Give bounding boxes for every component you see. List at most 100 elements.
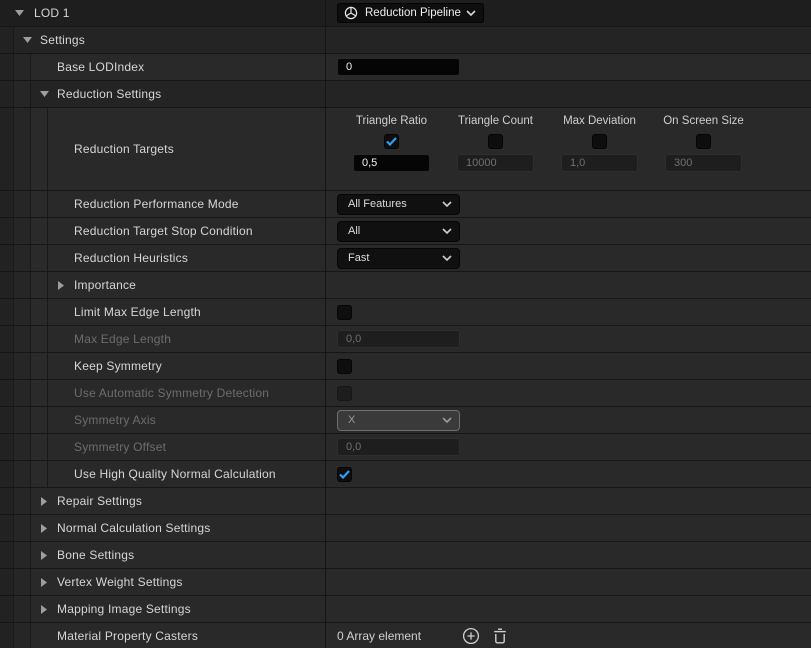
- target-column-max-deviation: Max Deviation 1,0: [561, 115, 638, 172]
- row-keep-symmetry: Keep Symmetry: [0, 353, 811, 380]
- plus-circle-icon: [462, 627, 480, 645]
- delete-array-elements-button[interactable]: [490, 626, 510, 646]
- indent-gutter: [0, 623, 14, 648]
- max-deviation-checkbox[interactable]: [592, 134, 607, 149]
- indent-gutter: [31, 326, 48, 352]
- normal-calculation-value-pane: [326, 515, 811, 541]
- mapping-image-value-pane: [326, 596, 811, 622]
- triangle-ratio-input[interactable]: 0,5: [353, 154, 430, 172]
- symmetry-axis-value-pane: X: [326, 407, 811, 433]
- indent-gutter: [14, 218, 31, 244]
- indent-gutter: [14, 407, 31, 433]
- hq-normal-checkbox[interactable]: [337, 467, 352, 482]
- mapping-image-label: Mapping Image Settings: [57, 602, 191, 616]
- expand-arrow-icon[interactable]: [38, 91, 50, 97]
- row-reduction-settings: Reduction Settings: [0, 81, 811, 108]
- repair-settings-value-pane: [326, 488, 811, 514]
- base-lod-index-value-pane: 0: [326, 54, 811, 80]
- indent-gutter: [31, 218, 48, 244]
- reduction-pipeline-dropdown[interactable]: Reduction Pipeline: [337, 3, 484, 23]
- indent-gutter: [14, 54, 31, 80]
- bone-settings-name-pane: Bone Settings: [31, 542, 326, 568]
- indent-gutter: [14, 81, 31, 107]
- reduction-settings-label: Reduction Settings: [57, 87, 161, 101]
- indent-gutter: [31, 191, 48, 217]
- indent-gutter: [14, 191, 31, 217]
- limit-max-edge-length-label: Limit Max Edge Length: [74, 305, 201, 319]
- stop-condition-name-pane: Reduction Target Stop Condition: [48, 218, 326, 244]
- row-mapping-image-settings: Mapping Image Settings: [0, 596, 811, 623]
- expand-arrow-icon[interactable]: [13, 10, 25, 16]
- keep-symmetry-label: Keep Symmetry: [74, 359, 162, 373]
- stop-condition-value: All: [348, 225, 442, 237]
- vertex-weight-value-pane: [326, 569, 811, 595]
- stop-condition-dropdown[interactable]: All: [337, 221, 460, 242]
- indent-gutter: [14, 461, 31, 487]
- chevron-down-icon: [442, 417, 452, 423]
- symmetry-axis-value: X: [348, 414, 442, 426]
- bone-settings-label: Bone Settings: [57, 548, 134, 562]
- indent-gutter: [0, 272, 14, 298]
- triangle-ratio-checkbox[interactable]: [384, 134, 399, 149]
- indent-gutter: [31, 380, 48, 406]
- base-lod-index-input[interactable]: 0: [337, 58, 460, 76]
- indent-gutter: [31, 407, 48, 433]
- on-screen-size-checkbox[interactable]: [696, 134, 711, 149]
- collapse-arrow-icon[interactable]: [55, 281, 67, 290]
- collapse-arrow-icon[interactable]: [38, 524, 50, 533]
- heuristics-value-pane: Fast: [326, 245, 811, 271]
- row-reduction-heuristics: Reduction Heuristics Fast: [0, 245, 811, 272]
- normal-calculation-name-pane: Normal Calculation Settings: [31, 515, 326, 541]
- heuristics-name-pane: Reduction Heuristics: [48, 245, 326, 271]
- hq-normal-name-pane: Use High Quality Normal Calculation: [48, 461, 326, 487]
- add-array-element-button[interactable]: [461, 626, 481, 646]
- indent-gutter: [31, 461, 48, 487]
- collapse-arrow-icon[interactable]: [38, 578, 50, 587]
- triangle-count-checkbox[interactable]: [488, 134, 503, 149]
- reduction-targets-label: Reduction Targets: [74, 142, 174, 156]
- target-column-triangle-ratio: Triangle Ratio 0,5: [353, 115, 430, 172]
- material-property-casters-label: Material Property Casters: [57, 629, 198, 643]
- reduction-pipeline-icon: [344, 6, 358, 20]
- stop-condition-label: Reduction Target Stop Condition: [74, 224, 253, 238]
- symmetry-offset-input: 0,0: [337, 438, 460, 456]
- settings-label: Settings: [40, 33, 85, 47]
- heuristics-dropdown[interactable]: Fast: [337, 248, 460, 269]
- row-max-edge-length: Max Edge Length 0,0: [0, 326, 811, 353]
- stop-condition-value-pane: All: [326, 218, 811, 244]
- row-reduction-target-stop-condition: Reduction Target Stop Condition All: [0, 218, 811, 245]
- limit-max-edge-length-checkbox[interactable]: [337, 305, 352, 320]
- hq-normal-value-pane: [326, 461, 811, 487]
- expand-arrow-icon[interactable]: [21, 37, 33, 43]
- indent-gutter: [14, 326, 31, 352]
- max-edge-length-value-pane: 0,0: [326, 326, 811, 352]
- row-bone-settings: Bone Settings: [0, 542, 811, 569]
- indent-gutter: [14, 108, 31, 190]
- repair-settings-label: Repair Settings: [57, 494, 142, 508]
- chevron-down-icon: [466, 10, 476, 16]
- performance-mode-dropdown[interactable]: All Features: [337, 194, 460, 215]
- vertex-weight-name-pane: Vertex Weight Settings: [31, 569, 326, 595]
- keep-symmetry-checkbox[interactable]: [337, 359, 352, 374]
- indent-gutter: [0, 407, 14, 433]
- indent-gutter: [0, 434, 14, 460]
- on-screen-size-label: On Screen Size: [663, 115, 744, 130]
- collapse-arrow-icon[interactable]: [38, 605, 50, 614]
- performance-mode-name-pane: Reduction Performance Mode: [48, 191, 326, 217]
- indent-gutter: [14, 245, 31, 271]
- triangle-ratio-label: Triangle Ratio: [356, 115, 427, 130]
- collapse-arrow-icon[interactable]: [38, 497, 50, 506]
- chevron-down-icon: [442, 228, 452, 234]
- auto-symmetry-value-pane: [326, 380, 811, 406]
- row-limit-max-edge-length: Limit Max Edge Length: [0, 299, 811, 326]
- row-repair-settings: Repair Settings: [0, 488, 811, 515]
- limit-max-edge-length-name-pane: Limit Max Edge Length: [48, 299, 326, 325]
- indent-gutter: [31, 245, 48, 271]
- indent-gutter: [14, 272, 31, 298]
- row-importance: Importance: [0, 272, 811, 299]
- repair-settings-name-pane: Repair Settings: [31, 488, 326, 514]
- collapse-arrow-icon[interactable]: [38, 551, 50, 560]
- settings-name-pane: Settings: [14, 27, 326, 53]
- lod-1-label: LOD 1: [34, 6, 70, 20]
- reduction-targets-name-pane: Reduction Targets: [48, 108, 326, 190]
